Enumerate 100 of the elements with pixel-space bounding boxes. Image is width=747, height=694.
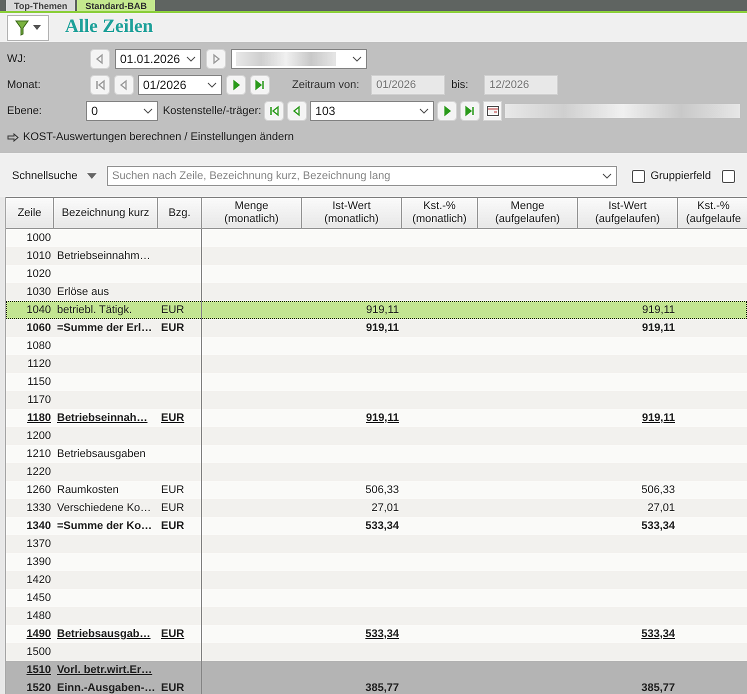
table-cell-text: =Summe der Ko… [57, 518, 152, 534]
table-cell-text: 1390 [26, 554, 51, 570]
table-cell-text: EUR [161, 626, 184, 642]
calendar-button[interactable] [482, 101, 502, 121]
table-cell-text: Verschiedene Ko… [57, 500, 152, 516]
checkbox-label: Gruppierfeld [650, 168, 711, 184]
blurred-dropdown[interactable] [231, 49, 367, 69]
field-label: Ebene: [7, 104, 43, 119]
level-dropdown[interactable]: 0 [86, 101, 158, 121]
table-cell-text: 1490 [26, 626, 51, 642]
first-button[interactable] [90, 75, 110, 95]
table-row[interactable]: 1150 [6, 373, 747, 391]
field-label: Kostenstelle/-träger: [162, 104, 262, 119]
table-cell-text: 1020 [26, 266, 51, 282]
table-row[interactable]: 1210 Betriebsausgaben [6, 445, 747, 463]
field-label: bis: [451, 78, 468, 93]
next-button[interactable] [226, 75, 246, 95]
previous-button[interactable] [90, 49, 110, 69]
table-cell-text: 506,33 [641, 482, 675, 498]
tab[interactable]: Standard-BAB [77, 0, 155, 11]
table-cell-text: EUR [161, 410, 184, 426]
table-cell-text: 1180 [27, 410, 51, 426]
table-row[interactable]: 1020 [6, 265, 747, 283]
next-button[interactable] [436, 101, 457, 121]
chevron-down-icon [602, 173, 612, 179]
table-cell-text: 385,77 [641, 680, 675, 694]
dropdown-arrow-icon[interactable] [87, 173, 98, 179]
table-row[interactable]: 1510 Vorl. betr.wirt.Er… [6, 661, 747, 679]
table-cell-text: 1030 [26, 284, 51, 300]
quick-search-label: Schnellsuche [12, 168, 78, 184]
table-cell-text: Betriebsausgab… [57, 626, 151, 642]
chevron-down-icon [186, 56, 196, 62]
table-cell-text: 919,11 [642, 302, 675, 318]
table-cell-text: 1220 [26, 464, 51, 480]
table-cell-text: 1080 [26, 338, 51, 354]
table-cell-text: Betriebseinnah… [57, 410, 148, 426]
table-cell-text: 506,33 [365, 482, 399, 498]
table-cell-text: =Summe der Erl… [57, 320, 152, 336]
table-row[interactable]: 1490 Betriebsausgab… EUR 533,34 533,34 [6, 625, 747, 643]
table-cell-text: 533,34 [641, 626, 675, 642]
table-cell-text: 919,11 [366, 410, 399, 426]
table-cell-text: EUR [161, 518, 184, 534]
table-cell-text: 1340 [26, 518, 51, 534]
table-cell-text: Vorl. betr.wirt.Er… [57, 662, 152, 678]
cost-center-dropdown[interactable]: 103 [310, 101, 434, 121]
table-cell-text: Raumkosten [57, 482, 119, 498]
last-button[interactable] [250, 75, 270, 95]
chevron-down-icon [142, 108, 153, 114]
table-cell-text: 1170 [27, 392, 51, 408]
month-dropdown[interactable]: 01/2026 [138, 75, 222, 95]
table-cell-text: 1060 [26, 320, 51, 336]
table-cell-text: 1480 [26, 608, 51, 624]
table-cell-text: EUR [161, 680, 184, 694]
table-cell-text: 1000 [26, 230, 51, 246]
tab[interactable]: Top-Themen [6, 0, 76, 11]
table-cell-text: 1420 [26, 572, 51, 588]
previous-button[interactable] [114, 75, 134, 95]
table-cell-text: betriebl. Tätigk. [57, 302, 132, 318]
table-cell-text: EUR [161, 500, 184, 516]
next-button[interactable] [206, 49, 226, 69]
previous-button[interactable] [287, 101, 308, 121]
date-dropdown[interactable]: 01.01.2026 [115, 49, 201, 69]
field-label: WJ: [7, 52, 27, 67]
table-row[interactable]: 1340 =Summe der Ko… EUR 533,34 533,34 [6, 517, 747, 535]
arrow-right-icon [7, 132, 19, 142]
table-cell-text: 1500 [26, 644, 51, 660]
table-row[interactable]: 1080 [6, 337, 747, 355]
table-row[interactable]: 1260 Raumkosten EUR 506,33 506,33 [6, 481, 747, 499]
last-button[interactable] [460, 101, 480, 121]
page-title: Alle Zeilen [65, 15, 154, 40]
table-cell-text: 533,34 [641, 518, 675, 534]
table-row[interactable]: 1450 [6, 589, 747, 607]
period-from-field[interactable]: 01/2026 [371, 75, 446, 95]
table-cell-text: 1510 [26, 662, 51, 678]
first-button[interactable] [264, 101, 284, 121]
filter-button[interactable] [7, 14, 49, 40]
period-to-field[interactable]: 12/2026 [484, 75, 558, 95]
table-cell-text: 1260 [26, 482, 51, 498]
chevron-down-icon [352, 56, 362, 62]
table-cell-text: EUR [161, 320, 184, 336]
table-cell-text: 1450 [26, 590, 51, 606]
table-cell-text: 1200 [26, 428, 51, 444]
checkbox[interactable] [722, 170, 735, 182]
search-field[interactable]: Suchen nach Zeile, Bezeichnung kurz, Bezeichnung lang [107, 166, 618, 186]
table-cell-text: 27,01 [371, 500, 399, 516]
table-row[interactable]: 1520 Einn.-Ausgaben-… EUR 385,77 385,77 [6, 679, 747, 694]
table-cell-text: 533,34 [365, 626, 399, 642]
table-cell-text: 1520 [26, 680, 51, 694]
table-cell-text: 1040 [26, 302, 51, 318]
checkbox[interactable] [632, 170, 646, 182]
table-row[interactable]: 1180 Betriebseinnah… EUR 919,11 919,11 [6, 409, 747, 427]
table-cell-text: Einn.-Ausgaben-… [57, 680, 156, 694]
action-link[interactable]: KOST-Auswertungen berechnen / Einstellungen ändern [23, 128, 294, 146]
table-row[interactable]: 1040 betriebl. Tätigk. EUR 919,11 919,11 [6, 301, 747, 319]
field-label: Zeitraum von: [292, 78, 360, 93]
table-cell-text: Betriebseinnahm… [57, 248, 151, 264]
window-icon [486, 106, 499, 116]
table-row[interactable]: 1390 [6, 553, 747, 571]
caret-down-icon [33, 25, 41, 30]
table-row[interactable]: 1000 [6, 229, 747, 247]
